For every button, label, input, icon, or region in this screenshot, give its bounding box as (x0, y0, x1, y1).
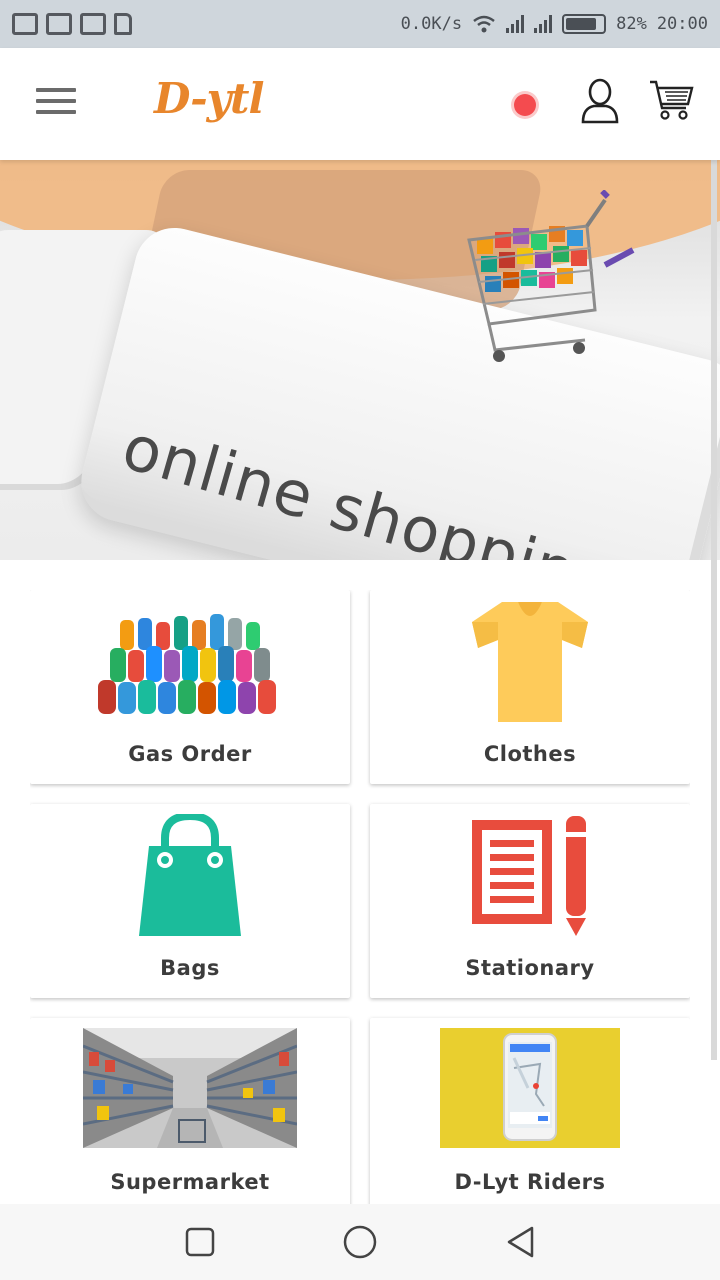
category-label: Gas Order (128, 742, 252, 766)
app-logo[interactable]: D-ytl (154, 74, 264, 123)
scrollbar[interactable] (711, 160, 717, 1060)
battery-icon (562, 14, 607, 34)
category-card-supermarket[interactable]: Supermarket (30, 1018, 350, 1204)
cart-icon[interactable] (648, 78, 694, 122)
clock: 20:00 (656, 14, 708, 34)
network-speed: 0.0K/s (400, 14, 463, 34)
category-label: D-Lyt Riders (454, 1170, 606, 1194)
category-card-riders[interactable]: D-Lyt Riders (370, 1018, 690, 1204)
recents-button[interactable] (180, 1222, 220, 1262)
system-nav-bar (0, 1204, 720, 1280)
file-icon (114, 13, 132, 35)
home-button[interactable] (340, 1222, 380, 1262)
notification-icons (12, 13, 132, 35)
user-profile-icon[interactable] (580, 78, 620, 126)
back-button[interactable] (500, 1222, 540, 1262)
category-card-gas-order[interactable]: Gas Order (30, 590, 350, 784)
category-label: Supermarket (110, 1170, 270, 1194)
notification-dot-icon[interactable] (514, 94, 536, 116)
phone-map-image (440, 1028, 620, 1148)
shopping-bag-icon (139, 814, 241, 936)
category-card-bags[interactable]: Bags (30, 804, 350, 998)
category-card-clothes[interactable]: Clothes (370, 590, 690, 784)
category-grid: Gas Order Clothes Bags Stationary Superm… (30, 590, 690, 1204)
gas-cylinders-image (98, 614, 276, 714)
category-card-stationary[interactable]: Stationary (370, 804, 690, 998)
signal-icon (534, 15, 553, 33)
category-label: Stationary (465, 956, 595, 980)
tshirt-icon (472, 602, 588, 722)
wifi-icon (473, 15, 495, 33)
square-icon (185, 1227, 215, 1257)
signal-icon (506, 15, 525, 33)
battery-percent: 82% (616, 14, 647, 34)
gmail-icon (12, 13, 38, 35)
menu-button[interactable] (36, 88, 76, 118)
category-label: Clothes (483, 742, 577, 766)
hero-banner[interactable]: online shopping (0, 160, 720, 560)
status-bar: 0.0K/s 82% 20:00 (0, 0, 720, 48)
category-label: Bags (160, 956, 220, 980)
supermarket-aisle-image (83, 1028, 297, 1148)
gmail-icon (46, 13, 72, 35)
notepad-pencil-icon (472, 816, 586, 936)
circle-icon (343, 1225, 377, 1259)
triangle-back-icon (507, 1226, 534, 1258)
gallery-icon (80, 13, 106, 35)
app-bar: D-ytl (0, 48, 720, 160)
shopping-cart-image (467, 190, 635, 362)
